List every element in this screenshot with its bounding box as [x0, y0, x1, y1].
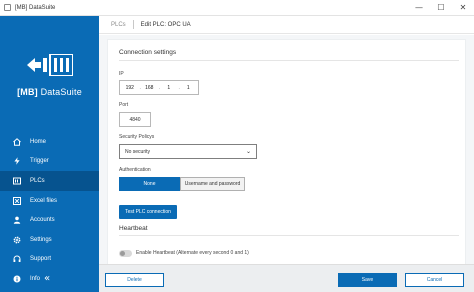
sidebar-item-accounts[interactable]: Accounts — [0, 210, 99, 230]
authentication-label: Authentication — [119, 167, 151, 173]
close-button[interactable]: ✕ — [452, 0, 474, 16]
home-icon — [12, 137, 21, 146]
ip-address-field: 192 . 168 . 1 . 1 — [119, 80, 199, 95]
sidebar-item-excel-files[interactable]: Excel files — [0, 191, 99, 211]
sidebar-item-label: PLCs — [30, 177, 45, 184]
footer-bar: Delete Save Cancel — [99, 264, 474, 292]
sidebar-item-settings[interactable]: Settings — [0, 230, 99, 250]
title-bar: [MB] DataSuite — ☐ ✕ — [0, 0, 474, 16]
auth-username-password-button[interactable]: Username and password — [180, 177, 245, 191]
sidebar-item-trigger[interactable]: Trigger — [0, 152, 99, 172]
ip-octet-4[interactable]: 1 — [179, 85, 199, 91]
sidebar-item-label: Excel files — [30, 197, 58, 204]
sidebar-item-label: Support — [30, 256, 52, 263]
main-content: Connection settings IP 192 . 168 . 1 . 1… — [99, 35, 474, 265]
breadcrumb-separator — [132, 20, 134, 29]
delete-button[interactable]: Delete — [105, 273, 164, 287]
chevron-down-icon: ⌄ — [245, 148, 251, 155]
ip-octet-2[interactable]: 168 — [140, 85, 160, 91]
security-policy-value: No security — [125, 148, 151, 155]
section-divider — [119, 60, 459, 61]
collapse-sidebar-button[interactable]: « — [44, 273, 50, 284]
sidebar-item-label: Home — [30, 138, 47, 145]
ip-octet-1[interactable]: 192 — [120, 85, 140, 91]
datasuite-logo-icon — [27, 54, 73, 76]
headset-icon — [12, 255, 21, 264]
user-icon — [12, 216, 21, 225]
sidebar-item-home[interactable]: Home — [0, 132, 99, 152]
save-button[interactable]: Save — [338, 273, 397, 287]
minimize-button[interactable]: — — [408, 0, 430, 16]
security-policy-label: Security Policys — [119, 134, 155, 140]
ip-octet-3[interactable]: 1 — [159, 85, 179, 91]
page-title: Edit PLC: OPC UA — [140, 21, 191, 28]
window-controls: — ☐ ✕ — [408, 0, 474, 16]
sidebar-item-plcs[interactable]: PLCs — [0, 171, 99, 191]
maximize-button[interactable]: ☐ — [430, 0, 452, 16]
brand-bracket: [MB] — [17, 87, 38, 97]
breadcrumb: PLCs Edit PLC: OPC UA — [99, 16, 474, 34]
sidebar-item-support[interactable]: Support — [0, 250, 99, 270]
test-plc-connection-button[interactable]: Test PLC connection — [119, 205, 177, 219]
auth-none-button[interactable]: None — [119, 177, 180, 191]
excel-icon — [12, 196, 21, 205]
heartbeat-title: Heartbeat — [119, 225, 148, 232]
cancel-button[interactable]: Cancel — [405, 273, 464, 287]
sidebar-item-label: Info — [30, 275, 41, 282]
heartbeat-toggle-label: Enable Heartbeat (Alternate every second… — [136, 250, 249, 256]
port-field[interactable]: 4840 — [119, 112, 151, 127]
info-icon — [12, 274, 21, 283]
plc-icon — [12, 176, 21, 185]
brand-name: [MB] DataSuite — [0, 87, 99, 97]
sidebar-item-label: Settings — [30, 236, 52, 243]
sidebar-nav: Home Trigger PLCs Excel files Accounts S… — [0, 132, 99, 289]
port-label: Port — [119, 102, 129, 108]
brand-name-text: DataSuite — [40, 87, 82, 97]
toggle-knob — [120, 251, 125, 256]
security-policy-select[interactable]: No security ⌄ — [119, 144, 257, 159]
gear-icon — [12, 235, 21, 244]
connection-settings-title: Connection settings — [119, 49, 177, 56]
brand-logo: [MB] DataSuite — [0, 32, 99, 112]
window-title: [MB] DataSuite — [15, 4, 56, 11]
bolt-icon — [12, 157, 21, 166]
breadcrumb-plcs-link[interactable]: PLCs — [111, 22, 126, 28]
ip-label: IP — [119, 71, 124, 77]
heartbeat-toggle[interactable] — [119, 250, 132, 257]
authentication-toggle-group: None Username and password — [119, 177, 245, 191]
sidebar-item-label: Trigger — [30, 158, 49, 165]
sidebar: [MB] DataSuite Home Trigger PLCs Excel f… — [0, 16, 99, 292]
sidebar-item-label: Accounts — [30, 217, 55, 224]
settings-panel: Connection settings IP 192 . 168 . 1 . 1… — [107, 39, 466, 265]
section-divider — [119, 235, 459, 236]
app-icon — [4, 4, 11, 11]
